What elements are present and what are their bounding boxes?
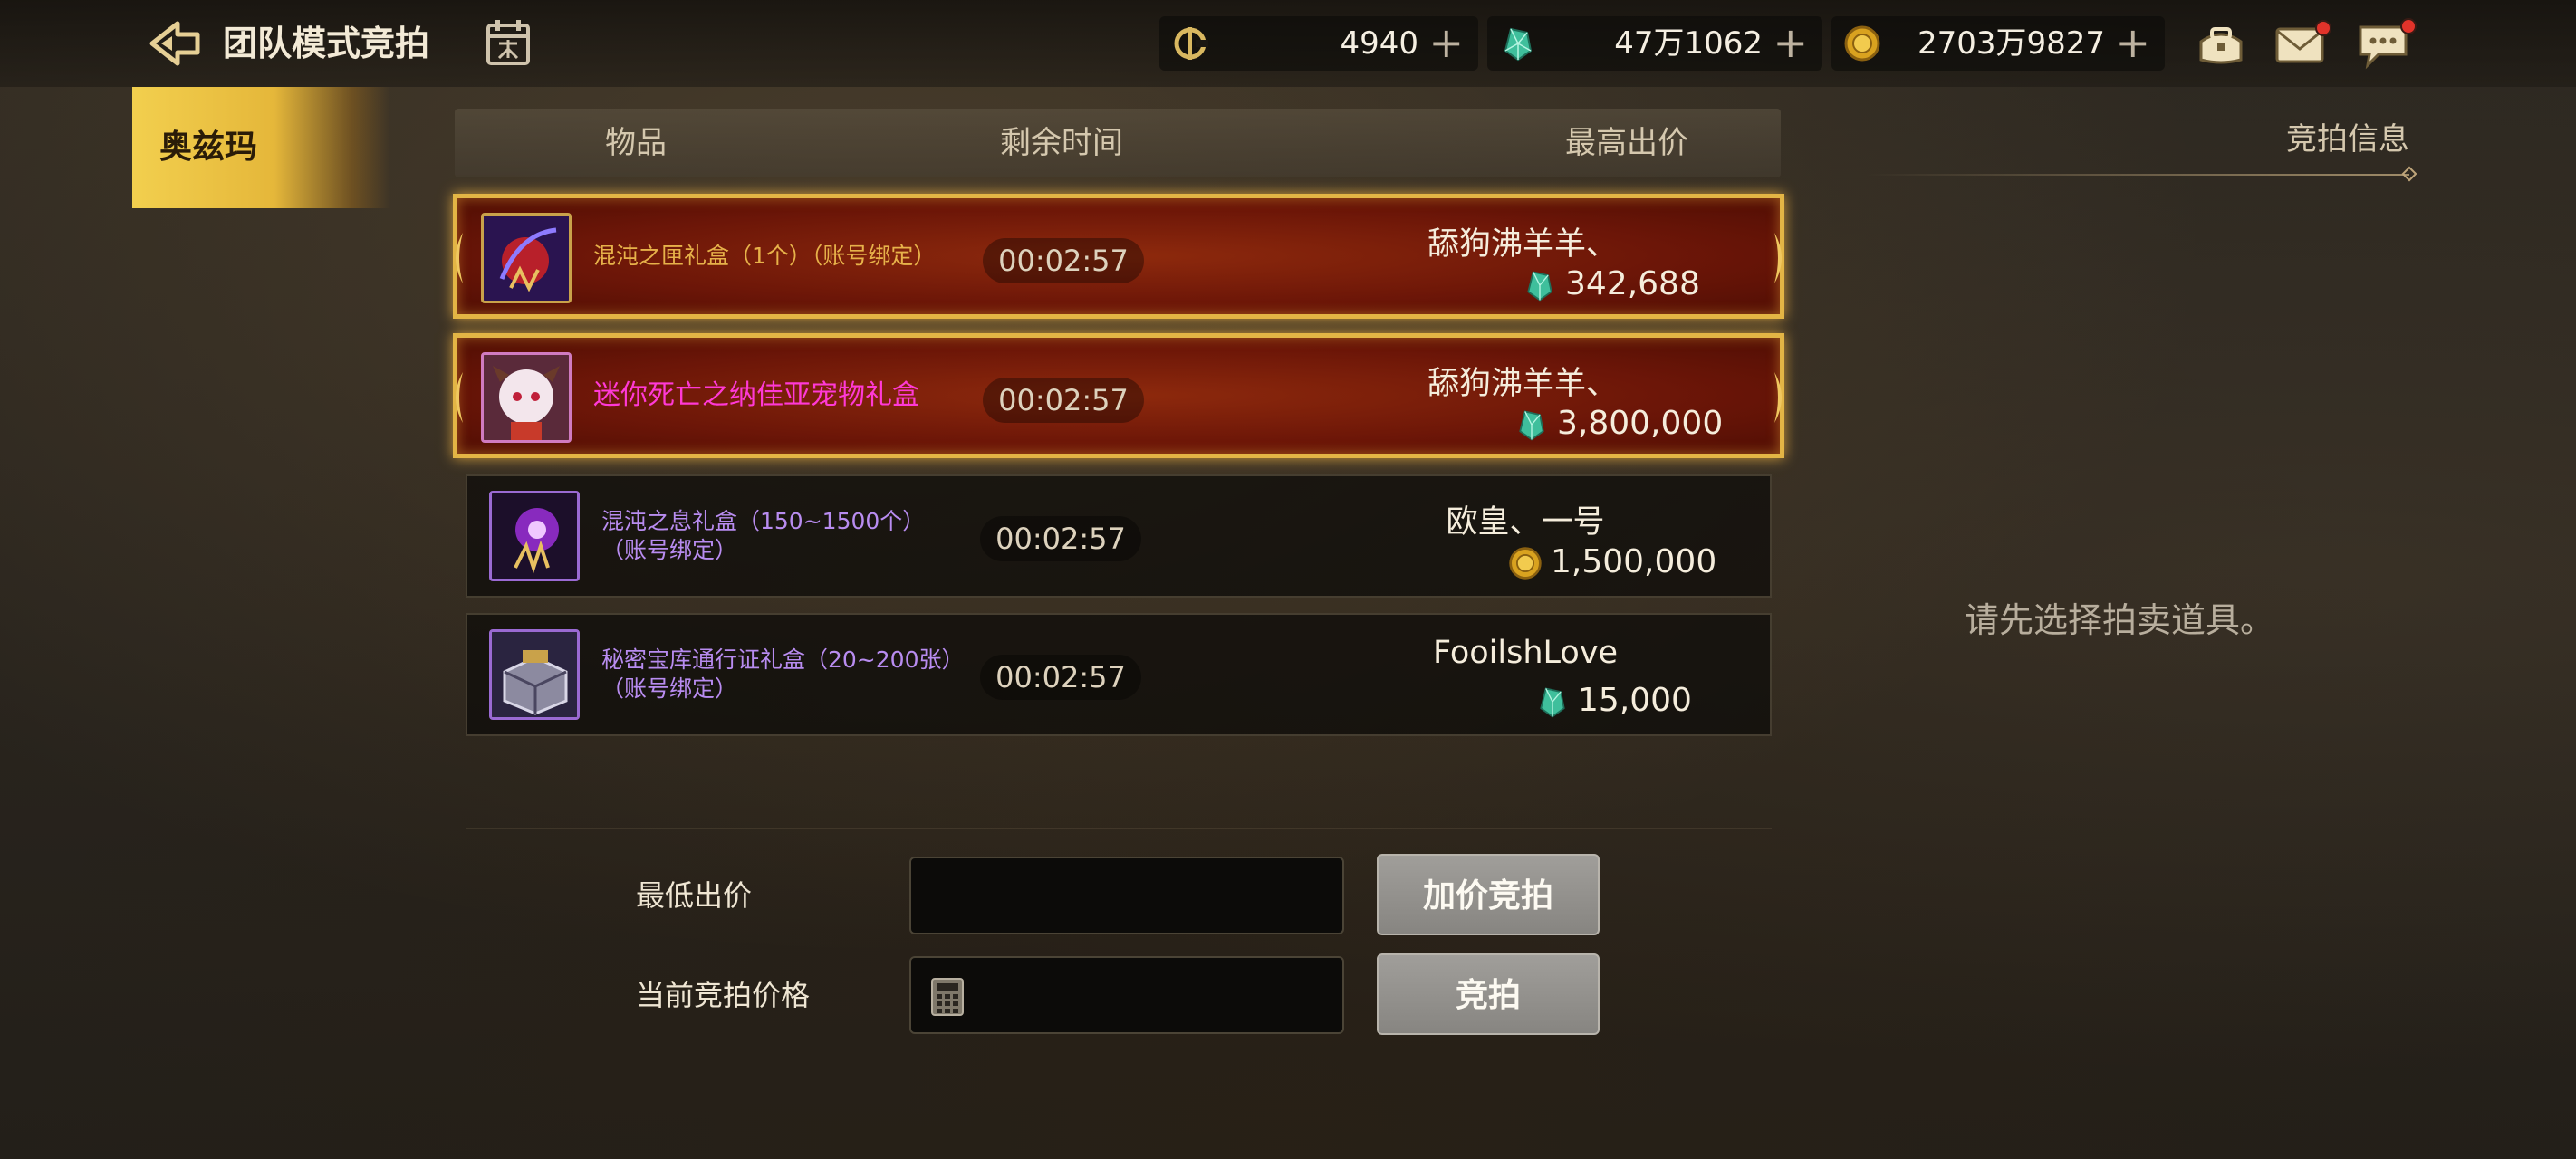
- c-coin-value: 4940: [1340, 25, 1418, 62]
- c-coin-balance: 4940 +: [1159, 16, 1478, 71]
- header-price: 最高出价: [1565, 125, 1688, 161]
- top-bidder: FooilshLove: [1432, 635, 1619, 671]
- bid-amount-row-3: 1,500,000: [1507, 541, 1716, 583]
- add-crystal-button[interactable]: +: [1773, 16, 1808, 69]
- add-gold-button[interactable]: +: [2115, 16, 2150, 69]
- green-crystal-icon: [1498, 24, 1538, 63]
- info-title-underline: [1866, 174, 2409, 176]
- chat-icon[interactable]: [2355, 16, 2417, 71]
- top-bar: 团队模式竞拍 4940 + 47万1062 + 2703万9827 +: [0, 0, 2576, 87]
- remaining-time: 00:02:57: [980, 655, 1141, 700]
- bid-amount-value: 3,800,000: [1557, 405, 1724, 442]
- auction-row[interactable]: 混沌之息礼盒（150~1500个）（账号绑定） 00:02:57 欧皇、一号 1…: [466, 474, 1772, 598]
- bid-amount-row-4: 15,000: [1534, 680, 1692, 722]
- bid-amount-value: 342,688: [1565, 265, 1700, 302]
- bid-amount-row-1: 342,688: [1522, 263, 1700, 305]
- pet-box-icon: [481, 352, 572, 443]
- select-item-hint: 请先选择拍卖道具。: [1964, 600, 2274, 640]
- mail-notification-dot: [2315, 20, 2331, 36]
- remaining-time: 00:02:57: [983, 238, 1144, 283]
- gold-flourish-icon: [456, 372, 463, 423]
- remaining-time: 00:02:57: [983, 378, 1144, 423]
- calendar-icon[interactable]: [485, 18, 532, 67]
- current-price-label: 当前竞拍价格: [636, 978, 811, 1012]
- bag-icon[interactable]: [2192, 16, 2250, 71]
- auction-row[interactable]: 秘密宝库通行证礼盒（20~200张）（账号绑定） 00:02:57 Fooils…: [466, 613, 1772, 736]
- treasure-pass-box-icon: [489, 629, 580, 720]
- c-coin-icon: [1170, 24, 1210, 63]
- top-bidder: 欧皇、一号: [1446, 504, 1605, 541]
- bid-button[interactable]: 竞拍: [1377, 953, 1600, 1035]
- min-bid-label: 最低出价: [636, 878, 753, 913]
- back-arrow-icon[interactable]: [145, 16, 205, 71]
- auction-row[interactable]: 迷你死亡之纳佳亚宠物礼盒 00:02:57 舔狗沸羊羊、 3,800,000: [453, 333, 1784, 458]
- mail-icon[interactable]: [2272, 16, 2331, 71]
- bid-amount-row-2: 3,800,000: [1514, 403, 1723, 445]
- gold-balance: 2703万9827 +: [1831, 16, 2165, 71]
- crystal-balance: 47万1062 +: [1487, 16, 1822, 71]
- item-name: 混沌之匣礼盒（1个）（账号绑定）: [593, 243, 937, 269]
- gold-flourish-icon: [1774, 372, 1782, 423]
- crystal-value: 47万1062: [1614, 25, 1763, 62]
- top-bidder: 舔狗沸羊羊、: [1427, 226, 1618, 263]
- gold-value: 2703万9827: [1917, 25, 2105, 62]
- gold-coin-icon: [1842, 24, 1882, 63]
- auction-row[interactable]: 混沌之匣礼盒（1个）（账号绑定） 00:02:57 舔狗沸羊羊、 342,688: [453, 194, 1784, 319]
- chaos-breath-box-icon: [489, 491, 580, 581]
- region-tab-label: 奥兹玛: [159, 129, 258, 166]
- section-divider: [466, 828, 1772, 829]
- bid-amount-value: 15,000: [1578, 682, 1692, 719]
- item-name: 秘密宝库通行证礼盒（20~200张）（账号绑定）: [601, 647, 953, 702]
- auction-table-header: 物品 剩余时间 最高出价: [455, 109, 1781, 177]
- bid-amount-value: 1,500,000: [1551, 543, 1717, 580]
- item-name: 混沌之息礼盒（150~1500个）（账号绑定）: [601, 508, 926, 563]
- remaining-time: 00:02:57: [980, 516, 1141, 561]
- auction-info-title: 竞拍信息: [2286, 121, 2409, 158]
- region-tab-ozma[interactable]: 奥兹玛: [132, 87, 390, 208]
- gold-flourish-icon: [456, 233, 463, 283]
- current-price-input[interactable]: [909, 956, 1344, 1034]
- top-bidder: 舔狗沸羊羊、: [1427, 366, 1618, 402]
- add-c-coin-button[interactable]: +: [1428, 16, 1464, 69]
- gold-coin-icon: [1509, 547, 1542, 580]
- calculator-icon[interactable]: [929, 976, 966, 1018]
- item-name: 迷你死亡之纳佳亚宠物礼盒: [593, 379, 919, 411]
- green-crystal-icon: [1527, 271, 1552, 302]
- gold-flourish-icon: [1774, 233, 1782, 283]
- green-crystal-icon: [1540, 687, 1565, 718]
- green-crystal-icon: [1519, 410, 1544, 441]
- header-time: 剩余时间: [1000, 125, 1123, 161]
- header-item: 物品: [605, 125, 667, 161]
- chaos-box-icon: [481, 213, 572, 303]
- raise-bid-button[interactable]: 加价竞拍: [1377, 854, 1600, 935]
- chat-notification-dot: [2400, 18, 2417, 34]
- diamond-ornament-icon: [2401, 166, 2417, 182]
- page-title: 团队模式竞拍: [223, 24, 430, 63]
- min-bid-input[interactable]: [909, 857, 1344, 934]
